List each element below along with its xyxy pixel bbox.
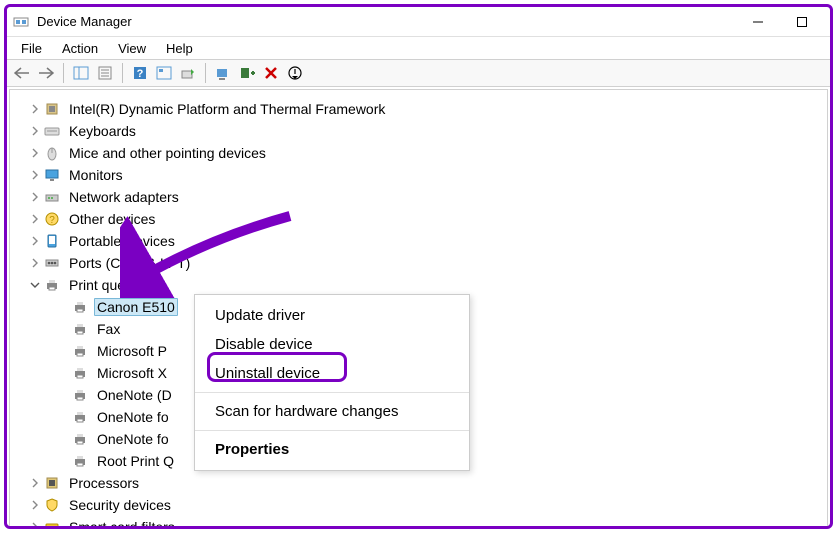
tree-item-label: Print queues (66, 277, 151, 293)
tree-item-label: OneNote fo (94, 409, 172, 425)
svg-text:?: ? (49, 215, 55, 226)
printer-icon (72, 299, 88, 315)
tree-category-item[interactable]: Intel(R) Dynamic Platform and Thermal Fr… (28, 98, 827, 120)
tree-category-item[interactable]: Network adapters (28, 186, 827, 208)
chevron-right-icon[interactable] (28, 102, 42, 116)
device-manager-window: Device Manager File Action View Help (4, 4, 833, 529)
properties-icon[interactable] (94, 62, 116, 84)
portable-device-icon (44, 233, 60, 249)
context-menu: Update driver Disable device Uninstall d… (194, 294, 470, 471)
printer-icon (72, 321, 88, 337)
chevron-right-icon[interactable] (28, 476, 42, 490)
minimize-button[interactable] (736, 8, 780, 36)
tree-item-label: Ports (COM & LPT) (66, 255, 193, 271)
tree-category-item[interactable]: Keyboards (28, 120, 827, 142)
chevron-right-icon[interactable] (28, 190, 42, 204)
keyboard-icon (44, 123, 60, 139)
shield-icon (44, 497, 60, 513)
printer-icon (72, 409, 88, 425)
context-separator (195, 430, 469, 431)
uninstall-icon[interactable] (260, 62, 282, 84)
disable-icon[interactable] (284, 62, 306, 84)
chevron-down-icon[interactable] (28, 278, 42, 292)
chevron-right-icon[interactable] (28, 146, 42, 160)
printer-icon (44, 277, 60, 293)
chevron-right-icon[interactable] (28, 168, 42, 182)
tree-item-label: Smart card filters (66, 519, 178, 528)
tree-category-item[interactable]: ? Other devices (28, 208, 827, 230)
chevron-right-icon[interactable] (28, 256, 42, 270)
tree-category-item[interactable]: Monitors (28, 164, 827, 186)
menu-file[interactable]: File (11, 39, 52, 58)
context-separator (195, 392, 469, 393)
tree-item-label: Mice and other pointing devices (66, 145, 269, 161)
tree-category-item[interactable]: Security devices (28, 494, 827, 516)
context-properties[interactable]: Properties (195, 435, 469, 464)
action-icon[interactable] (153, 62, 175, 84)
tree-item-label: Monitors (66, 167, 126, 183)
cpu-icon (44, 475, 60, 491)
menu-action[interactable]: Action (52, 39, 108, 58)
unknown-device-icon: ? (44, 211, 60, 227)
tree-item-label: Security devices (66, 497, 174, 513)
chevron-right-icon[interactable] (28, 212, 42, 226)
tree-item-label: Microsoft P (94, 343, 170, 359)
smartcard-icon (44, 519, 60, 528)
tree-item-label: OneNote (D (94, 387, 175, 403)
printer-icon (72, 387, 88, 403)
tree-item-label: Other devices (66, 211, 158, 227)
tree-category-item[interactable]: Print queues (28, 274, 827, 296)
tree-category-item[interactable]: Portable Devices (28, 230, 827, 252)
tree-item-label: OneNote fo (94, 431, 172, 447)
menu-help[interactable]: Help (156, 39, 203, 58)
help-icon[interactable]: ? (129, 62, 151, 84)
menubar: File Action View Help (7, 37, 830, 59)
chip-icon (44, 101, 60, 117)
printer-icon (72, 453, 88, 469)
tree-item-label: Portable Devices (66, 233, 178, 249)
tree-item-label: Network adapters (66, 189, 182, 205)
tree-item-label: Keyboards (66, 123, 139, 139)
mouse-icon (44, 145, 60, 161)
toolbar: ? (7, 59, 830, 87)
printer-icon (72, 365, 88, 381)
tree-category-item[interactable]: Ports (COM & LPT) (28, 252, 827, 274)
device-tree-panel: Intel(R) Dynamic Platform and Thermal Fr… (9, 89, 828, 528)
context-scan-hardware[interactable]: Scan for hardware changes (195, 397, 469, 426)
tree-item-label: Intel(R) Dynamic Platform and Thermal Fr… (66, 101, 388, 117)
svg-text:?: ? (137, 68, 144, 80)
context-uninstall-device[interactable]: Uninstall device (195, 359, 469, 388)
back-button[interactable] (11, 62, 33, 84)
chevron-right-icon[interactable] (28, 234, 42, 248)
monitor-icon (44, 167, 60, 183)
scan-hardware-icon[interactable] (212, 62, 234, 84)
chevron-right-icon[interactable] (28, 498, 42, 512)
printer-icon (72, 431, 88, 447)
context-disable-device[interactable]: Disable device (195, 330, 469, 359)
printer-icon (72, 343, 88, 359)
tree-item-label: Processors (66, 475, 142, 491)
menu-view[interactable]: View (108, 39, 156, 58)
window-title: Device Manager (37, 14, 132, 29)
show-hide-console-tree-icon[interactable] (70, 62, 92, 84)
tree-item-label: Root Print Q (94, 453, 177, 469)
chevron-right-icon[interactable] (28, 520, 42, 528)
tree-category-item[interactable]: Processors (28, 472, 827, 494)
tree-category-item[interactable]: Smart card filters (28, 516, 827, 528)
titlebar: Device Manager (7, 7, 830, 37)
forward-button[interactable] (35, 62, 57, 84)
tree-item-label: Canon E510 (94, 298, 178, 316)
tree-category-item[interactable]: Mice and other pointing devices (28, 142, 827, 164)
add-legacy-hardware-icon[interactable] (236, 62, 258, 84)
port-icon (44, 255, 60, 271)
network-icon (44, 189, 60, 205)
context-update-driver[interactable]: Update driver (195, 301, 469, 330)
device-manager-icon (13, 14, 29, 30)
chevron-right-icon[interactable] (28, 124, 42, 138)
tree-item-label: Fax (94, 321, 123, 337)
maximize-button[interactable] (780, 8, 824, 36)
tree-item-label: Microsoft X (94, 365, 170, 381)
update-driver-icon[interactable] (177, 62, 199, 84)
